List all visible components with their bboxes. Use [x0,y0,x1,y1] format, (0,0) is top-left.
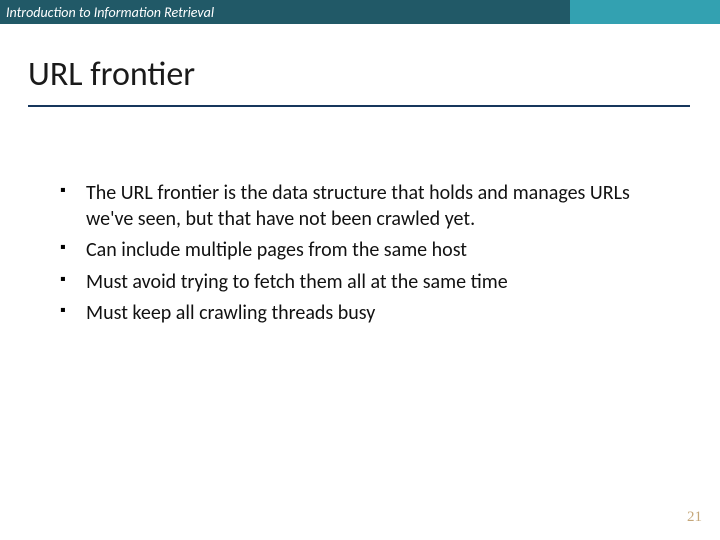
header-bar-right [570,0,720,24]
title-block: URL frontier [0,24,720,107]
list-item: Must keep all crawling threads busy [60,301,670,327]
page-number: 21 [687,509,702,526]
list-item: Must avoid trying to fetch them all at t… [60,270,670,296]
header-bar-left: Introduction to Information Retrieval [0,0,570,24]
header-bar: Introduction to Information Retrieval [0,0,720,24]
slide: Introduction to Information Retrieval UR… [0,0,720,540]
content-area: The URL frontier is the data structure t… [0,107,720,327]
bullet-list: The URL frontier is the data structure t… [60,181,670,327]
list-item: The URL frontier is the data structure t… [60,181,670,232]
course-title: Introduction to Information Retrieval [6,4,214,21]
list-item: Can include multiple pages from the same… [60,238,670,264]
slide-title: URL frontier [28,54,720,95]
